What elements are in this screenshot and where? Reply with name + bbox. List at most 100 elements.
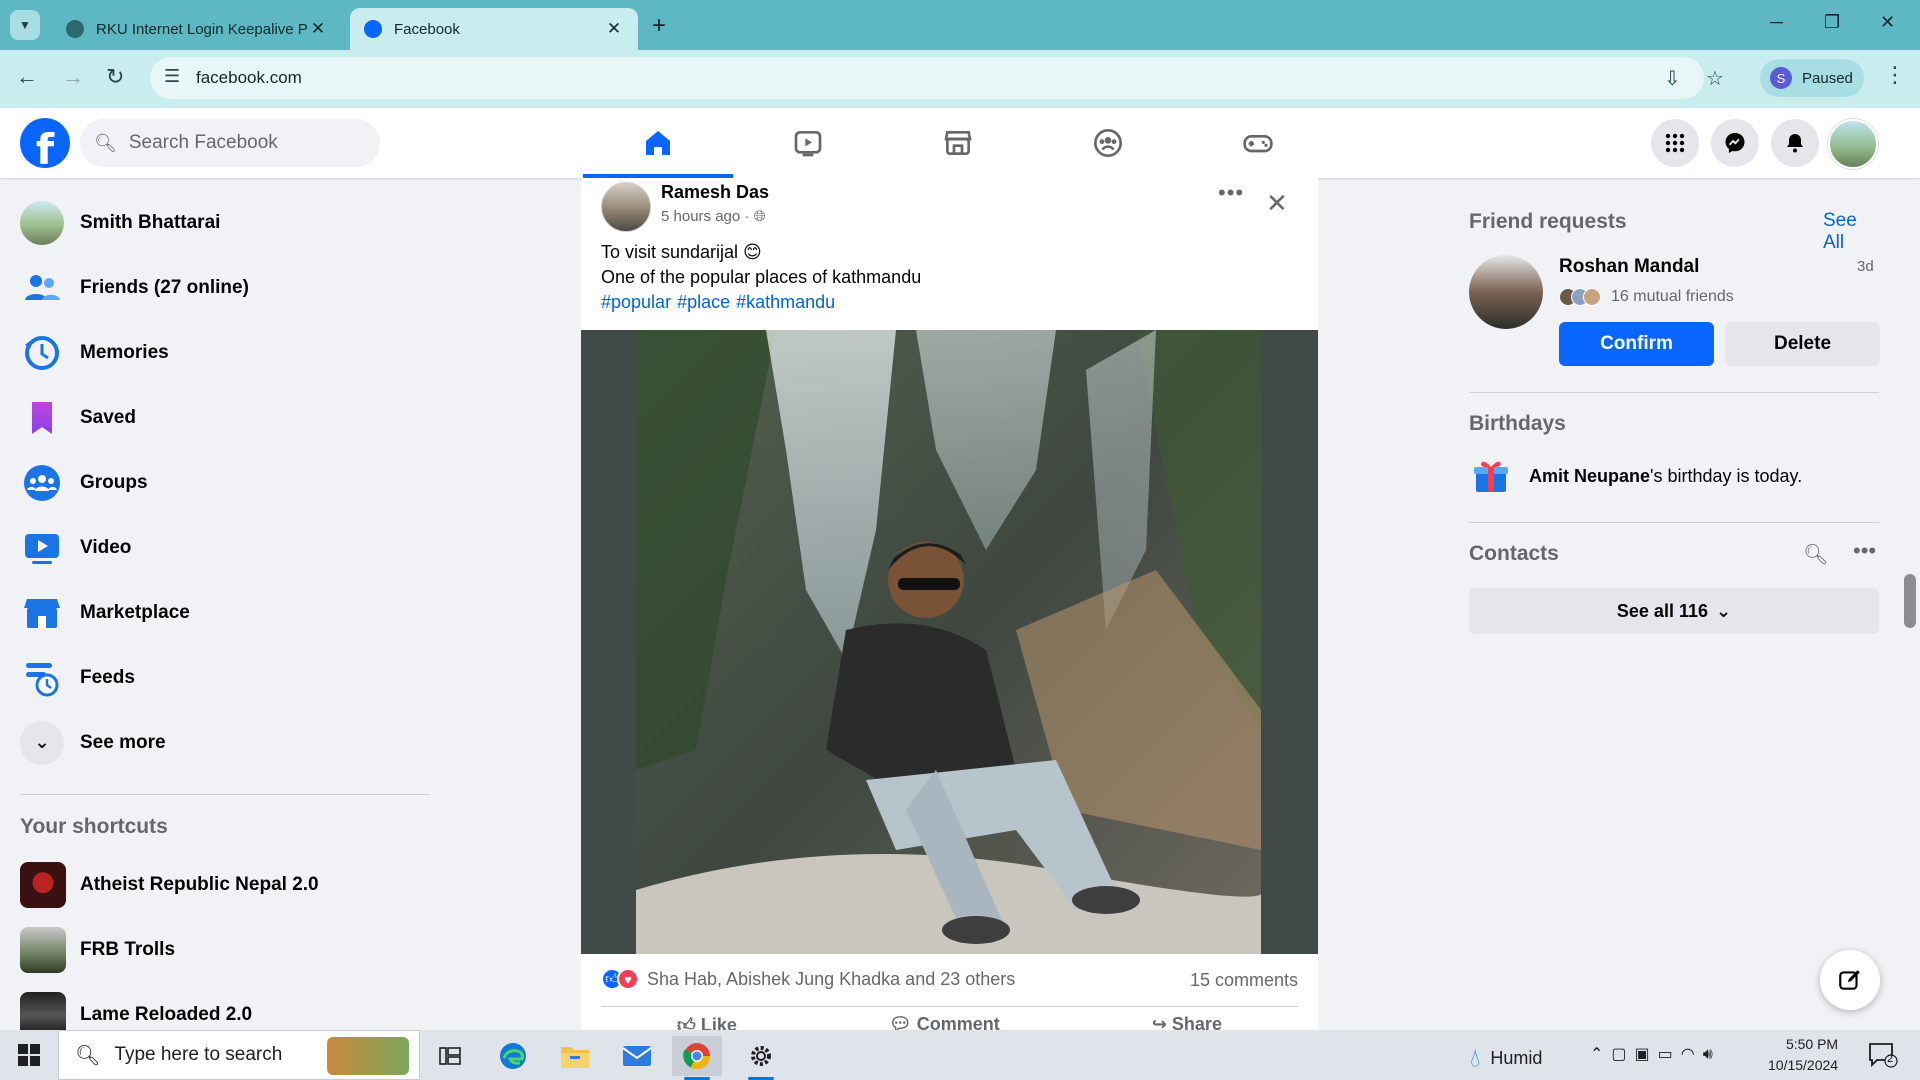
birthday-suffix: 's birthday is today. — [1650, 466, 1803, 486]
sidebar-item-label: Memories — [80, 341, 169, 363]
post-photo[interactable] — [581, 330, 1318, 954]
contacts-options-icon[interactable]: ••• — [1853, 538, 1876, 564]
hashtag-link[interactable]: #place — [677, 292, 730, 312]
hashtag-link[interactable]: #popular — [601, 292, 671, 312]
notification-center-icon[interactable]: 2 — [1868, 1042, 1898, 1068]
facebook-favicon-icon — [364, 20, 382, 38]
minimize-button[interactable]: ─ — [1770, 12, 1783, 33]
comments-count[interactable]: 15 comments — [1190, 970, 1298, 991]
menu-button[interactable] — [1651, 119, 1699, 167]
author-avatar[interactable] — [601, 182, 651, 232]
requester-name[interactable]: Roshan Mandal — [1559, 256, 1699, 278]
apps-grid-icon — [1665, 133, 1685, 153]
sidebar-item-see-more[interactable]: ⌄ See more — [10, 710, 430, 775]
forward-button[interactable]: → — [62, 64, 84, 90]
tab-rku-login[interactable]: RKU Internet Login Keepalive P ✕ — [52, 8, 342, 50]
close-tab-icon[interactable]: ✕ — [604, 19, 624, 39]
scrollbar-thumb[interactable] — [1904, 574, 1916, 628]
comment-button[interactable]: 💬︎ Comment — [889, 1014, 1000, 1030]
messenger-button[interactable] — [1711, 119, 1759, 167]
browser-menu-icon[interactable]: ⋮ — [1884, 62, 1906, 88]
mail-icon[interactable] — [612, 1036, 662, 1076]
tab-title: Facebook — [394, 20, 460, 38]
hide-post-icon[interactable]: ✕ — [1266, 188, 1288, 219]
nav-home[interactable] — [583, 108, 733, 178]
close-tab-icon[interactable]: ✕ — [308, 19, 328, 39]
sidebar-item-profile[interactable]: Smith Bhattarai — [10, 190, 430, 255]
post-author[interactable]: Ramesh Das — [661, 182, 769, 203]
sidebar-item-video[interactable]: Video — [10, 515, 430, 580]
groups-icon — [1094, 129, 1122, 157]
video-icon — [794, 131, 822, 157]
meet-now-icon[interactable]: ▢ — [1611, 1046, 1634, 1063]
settings-gear-icon[interactable] — [736, 1036, 786, 1080]
sidebar-item-marketplace[interactable]: Marketplace — [10, 580, 430, 645]
close-window-button[interactable]: ✕ — [1880, 12, 1895, 33]
restore-button[interactable]: ❐ — [1824, 12, 1840, 33]
volume-icon[interactable]: 🔊︎ — [1703, 1046, 1721, 1063]
contacts-title: Contacts — [1469, 542, 1559, 565]
sidebar-item-memories[interactable]: Memories — [10, 320, 430, 385]
page-scrollbar[interactable] — [1902, 112, 1918, 1030]
confirm-button[interactable]: Confirm — [1559, 322, 1714, 366]
new-message-button[interactable] — [1820, 950, 1880, 1010]
post-timestamp[interactable]: 5 hours ago · 🌐︎ — [661, 208, 766, 225]
profile-button[interactable]: S Paused — [1760, 59, 1864, 97]
hashtag-link[interactable]: #kathmandu — [736, 292, 835, 312]
bookmark-star-icon[interactable]: ☆ — [1706, 66, 1724, 91]
new-tab-button[interactable]: + — [652, 12, 666, 40]
notifications-button[interactable] — [1771, 119, 1819, 167]
shortcut-item[interactable]: FRB Trolls — [10, 917, 430, 982]
memories-icon — [20, 331, 64, 375]
install-app-icon[interactable]: ⇩ — [1664, 66, 1681, 91]
site-info-icon[interactable]: ☰ — [164, 66, 180, 87]
sidebar-item-feeds[interactable]: Feeds — [10, 645, 430, 710]
nav-marketplace[interactable] — [883, 108, 1033, 178]
shortcut-label: Atheist Republic Nepal 2.0 — [80, 873, 319, 895]
file-explorer-icon[interactable] — [550, 1036, 600, 1076]
display-icon[interactable]: ▣ — [1635, 1046, 1658, 1063]
search-input[interactable]: 🔍︎ Search Facebook — [80, 119, 380, 167]
address-bar[interactable]: ☰ facebook.com ⇩ ☆ — [150, 57, 1724, 99]
shortcut-item[interactable]: Atheist Republic Nepal 2.0 — [10, 852, 430, 917]
sidebar-item-saved[interactable]: Saved — [10, 385, 430, 450]
nav-gaming[interactable] — [1183, 108, 1333, 178]
nav-groups[interactable] — [1033, 108, 1183, 178]
reactions-summary[interactable]: 👍︎ ♥ Sha Hab, Abishek Jung Khadka and 23… — [601, 968, 1015, 990]
see-all-contacts-button[interactable]: See all 116 ⌄ — [1469, 588, 1879, 634]
search-contacts-icon[interactable]: 🔍︎ — [1803, 542, 1828, 567]
reload-button[interactable]: ↻ — [106, 64, 124, 90]
taskbar-clock[interactable]: 5:50 PM 10/15/2024 — [1768, 1034, 1838, 1076]
chrome-icon[interactable] — [672, 1036, 722, 1080]
task-view-icon[interactable] — [425, 1036, 475, 1076]
requester-avatar[interactable] — [1469, 255, 1543, 329]
account-avatar[interactable] — [1828, 119, 1878, 169]
feeds-icon — [20, 656, 64, 700]
url-text[interactable]: facebook.com — [196, 68, 302, 88]
delete-button[interactable]: Delete — [1725, 322, 1880, 366]
tab-facebook[interactable]: Facebook ✕ — [350, 8, 638, 50]
chevron-up-icon[interactable]: ⌃ — [1590, 1046, 1611, 1063]
sidebar-item-label: Marketplace — [80, 601, 190, 623]
groups-icon — [20, 461, 64, 505]
wifi-icon[interactable]: ◠ — [1681, 1046, 1703, 1063]
see-all-requests-link[interactable]: See All — [1823, 210, 1879, 254]
nav-video[interactable] — [733, 108, 883, 178]
post-options-icon[interactable]: ••• — [1218, 180, 1244, 206]
mutual-friends[interactable]: 16 mutual friends — [1559, 288, 1734, 306]
sidebar-item-friends[interactable]: Friends (27 online) — [10, 255, 430, 320]
facebook-logo-icon[interactable]: f — [20, 118, 70, 168]
like-button[interactable]: 👍︎ Like — [677, 1014, 737, 1030]
windows-start-icon[interactable] — [18, 1044, 40, 1066]
back-button[interactable]: ← — [16, 64, 38, 90]
system-tray[interactable]: ⌃▢▣▭◠🔊︎ — [1590, 1044, 1721, 1064]
birthday-text[interactable]: Amit Neupane's birthday is today. — [1529, 466, 1802, 487]
battery-icon[interactable]: ▭ — [1658, 1046, 1681, 1063]
sidebar-item-groups[interactable]: Groups — [10, 450, 430, 515]
tab-search-dropdown[interactable]: ▼ — [10, 10, 40, 40]
weather-widget[interactable]: 💧︎ Humid — [1470, 1042, 1542, 1074]
birthday-name[interactable]: Amit Neupane — [1529, 466, 1650, 486]
edge-icon[interactable] — [488, 1036, 538, 1076]
share-button[interactable]: ↪ Share — [1152, 1014, 1222, 1030]
taskbar-search-input[interactable]: 🔍︎ Type here to search — [58, 1030, 420, 1080]
